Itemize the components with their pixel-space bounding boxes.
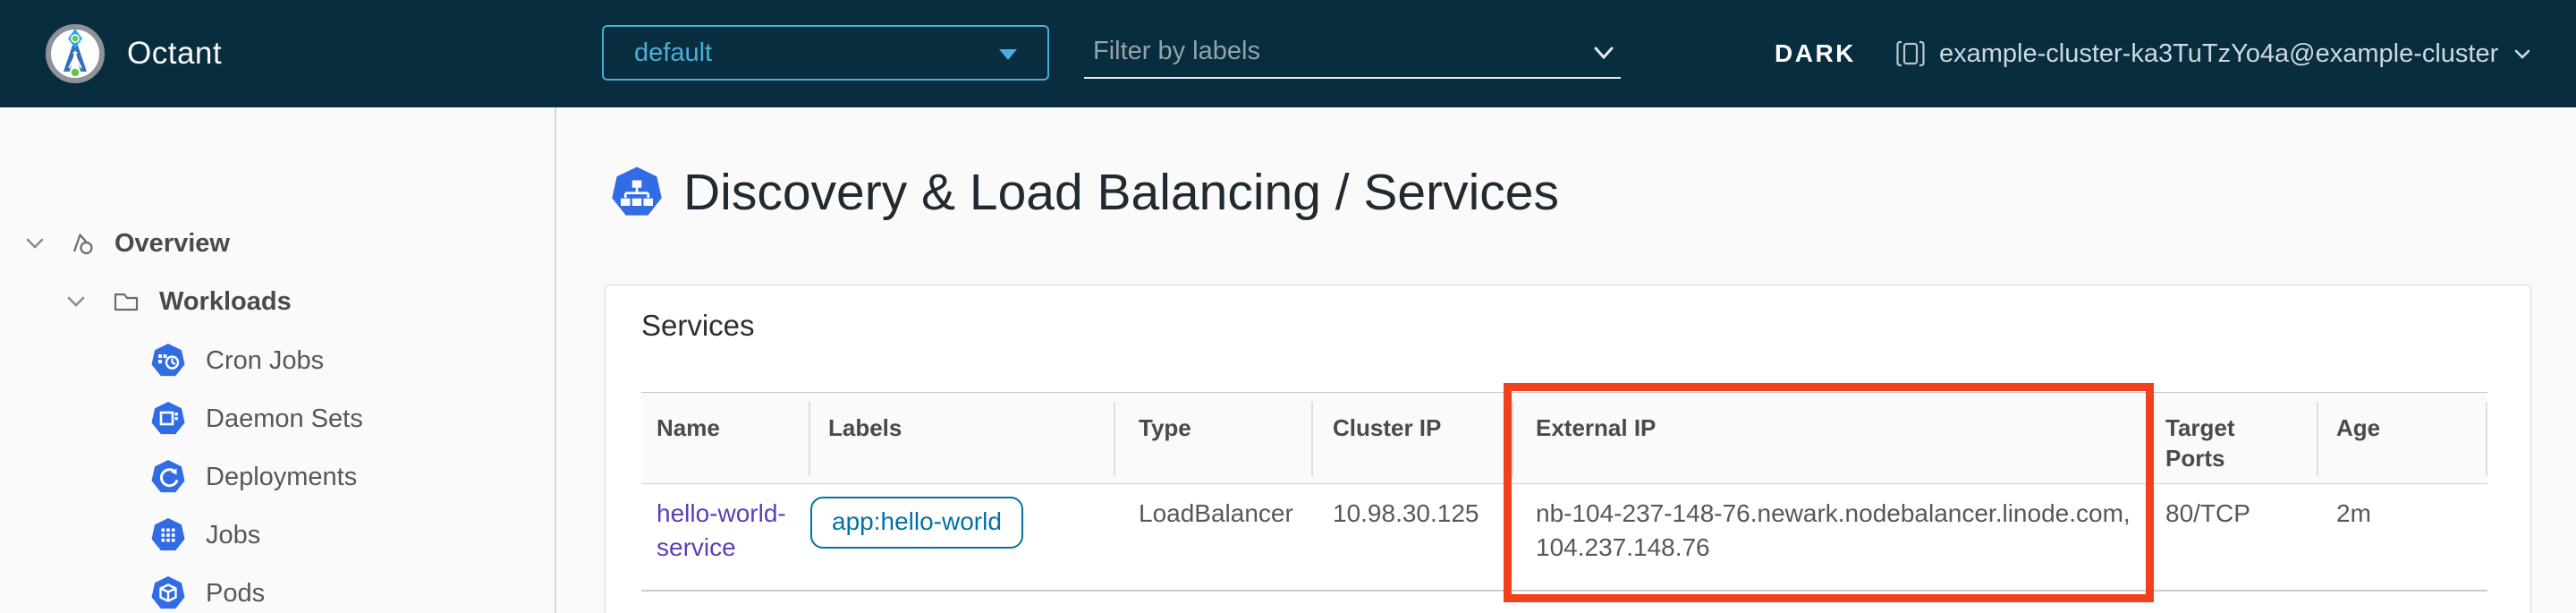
- column-divider: [1114, 402, 1115, 476]
- column-header-name: Name: [657, 413, 720, 443]
- sidebar-item-daemon-sets[interactable]: Daemon Sets: [0, 399, 553, 438]
- chevron-down-icon[interactable]: [21, 230, 48, 257]
- chevron-down-icon: [2511, 42, 2534, 65]
- page-title: Discovery & Load Balancing / Services: [683, 163, 1559, 222]
- folder-icon: [111, 286, 141, 317]
- label-filter: [1084, 27, 1621, 79]
- column-header-external-ip: External IP: [1536, 413, 1656, 443]
- service-name-link[interactable]: hello-world-service: [657, 499, 786, 561]
- namespace-value: default: [634, 27, 712, 79]
- sidebar-item-pods[interactable]: Pods: [0, 574, 553, 613]
- column-header-cluster-ip: Cluster IP: [1333, 413, 1441, 443]
- sidebar-nav: Overview Workloads Cron Jobs: [0, 107, 556, 613]
- top-header: Octant default DARK: [0, 0, 2576, 107]
- sidebar-item-label: Workloads: [159, 287, 292, 317]
- cell-cluster-ip: 10.98.30.125: [1333, 497, 1479, 531]
- cell-target-ports: 80/TCP: [2165, 497, 2250, 531]
- services-icon: [610, 165, 664, 220]
- cell-type: LoadBalancer: [1139, 497, 1293, 531]
- moon-icon: [1726, 36, 1760, 72]
- jobs-icon: [150, 517, 186, 553]
- chevron-down-icon[interactable]: [63, 288, 89, 315]
- cell-age: 2m: [2336, 497, 2371, 531]
- column-header-labels: Labels: [828, 413, 902, 443]
- octant-logo-icon: [45, 23, 106, 84]
- sidebar-item-label: Overview: [114, 229, 230, 259]
- sidebar-item-deployments[interactable]: Deployments: [0, 457, 553, 497]
- column-divider: [2317, 402, 2318, 476]
- table-header-row: Name Labels Type Cluster IP External IP …: [641, 392, 2487, 484]
- pods-icon: [150, 575, 186, 611]
- daemon-sets-icon: [150, 401, 186, 437]
- sidebar-item-label: Jobs: [206, 521, 260, 550]
- column-header-age: Age: [2336, 413, 2380, 443]
- octant-app: Octant default DARK: [0, 0, 2576, 613]
- chevron-down-icon[interactable]: [1589, 38, 1619, 68]
- cluster-selector[interactable]: example-cluster-ka3TuTzYo4a@example-clus…: [1894, 0, 2534, 107]
- sidebar-item-workloads[interactable]: Workloads: [0, 282, 553, 321]
- objects-icon: [68, 229, 97, 258]
- sidebar-item-cron-jobs[interactable]: Cron Jobs: [0, 341, 553, 380]
- column-divider: [809, 402, 810, 476]
- page-header: Discovery & Load Balancing / Services: [610, 163, 1559, 222]
- table-row: hello-world-service app:hello-world Load…: [641, 484, 2487, 592]
- sidebar-item-overview[interactable]: Overview: [0, 224, 553, 263]
- sidebar-item-label: Pods: [206, 579, 265, 609]
- sidebar-item-label: Daemon Sets: [206, 404, 363, 434]
- cell-external-ip: nb-104-237-148-76.newark.nodebalancer.li…: [1536, 497, 2162, 565]
- cell-name: hello-world-service: [657, 497, 801, 565]
- sidebar-item-label: Deployments: [206, 463, 357, 492]
- label-filter-input[interactable]: [1093, 27, 1567, 75]
- column-divider: [1512, 402, 1513, 476]
- column-divider: [1311, 402, 1313, 476]
- cell-labels: app:hello-world: [810, 497, 1023, 549]
- column-divider: [2148, 402, 2149, 476]
- column-header-type: Type: [1139, 413, 1191, 443]
- caret-down-icon: [999, 49, 1017, 60]
- theme-toggle-label: DARK: [1775, 39, 1856, 68]
- namespace-dropdown[interactable]: default: [602, 25, 1049, 81]
- app-title: Octant: [127, 0, 222, 107]
- services-table: Name Labels Type Cluster IP External IP …: [641, 392, 2487, 592]
- cluster-icon: [1894, 38, 1927, 70]
- services-card: Services Name Labels Type Cluster IP Ext…: [605, 285, 2531, 613]
- card-title: Services: [641, 309, 755, 343]
- cron-jobs-icon: [150, 343, 186, 379]
- deployments-icon: [150, 459, 186, 495]
- sidebar-item-jobs[interactable]: Jobs: [0, 515, 553, 555]
- column-divider: [2486, 402, 2487, 476]
- theme-toggle-button[interactable]: DARK: [1726, 0, 1856, 107]
- column-header-target-ports: Target Ports: [2165, 413, 2277, 473]
- label-chip[interactable]: app:hello-world: [810, 497, 1023, 549]
- sidebar-item-label: Cron Jobs: [206, 346, 324, 376]
- cluster-name-label: example-cluster-ka3TuTzYo4a@example-clus…: [1939, 39, 2498, 69]
